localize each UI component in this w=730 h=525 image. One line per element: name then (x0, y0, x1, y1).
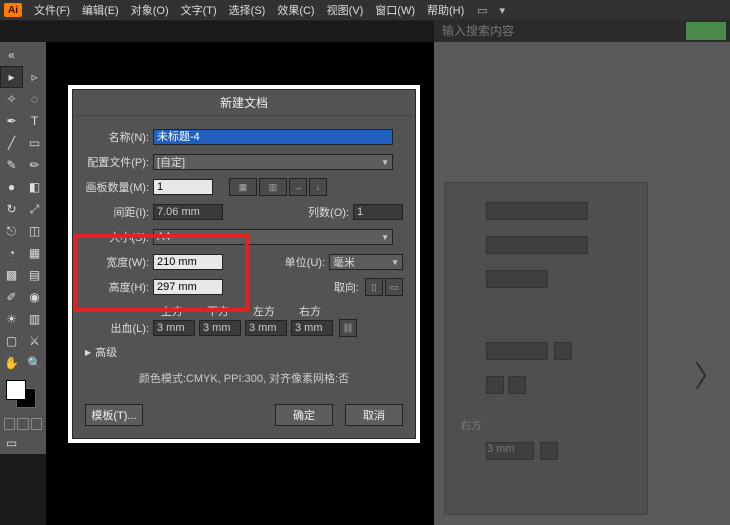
cancel-button[interactable]: 取消 (345, 404, 403, 426)
blend-tool[interactable]: ◉ (23, 286, 46, 308)
slice-tool[interactable]: ⚔ (23, 330, 46, 352)
graph-tool[interactable]: ▥ (23, 308, 46, 330)
artboards-label: 画板数量(M): (85, 179, 153, 195)
dialog-title: 新建文档 (73, 90, 415, 116)
screen-mode[interactable]: ▭ (0, 432, 23, 454)
scale-tool[interactable]: ⤢ (23, 198, 46, 220)
wand-tool[interactable]: ✧ (0, 88, 23, 110)
menu-type[interactable]: 文字(T) (175, 2, 223, 18)
grid-by-row-icon[interactable]: ▦ (229, 178, 257, 196)
line-tool[interactable]: ╱ (0, 132, 23, 154)
menu-object[interactable]: 对象(O) (125, 2, 175, 18)
search-bar (434, 20, 730, 42)
height-label: 高度(H): (85, 279, 153, 295)
name-input[interactable]: 未标题-4 (153, 129, 393, 145)
arrange-col-icon[interactable]: ↓ (309, 178, 327, 196)
chevron-right-icon[interactable]: 〉 (694, 352, 724, 396)
menu-select[interactable]: 选择(S) (223, 2, 272, 18)
menubar: Ai 文件(F) 编辑(E) 对象(O) 文字(T) 选择(S) 效果(C) 视… (0, 0, 730, 21)
menu-view[interactable]: 视图(V) (321, 2, 370, 18)
cols-label: 列数(O): (305, 204, 353, 220)
size-select[interactable]: A4▼ (153, 229, 393, 245)
pen-tool[interactable]: ✒ (0, 110, 23, 132)
free-transform-tool[interactable]: ◫ (23, 220, 46, 242)
symbol-tool[interactable]: ☀ (0, 308, 23, 330)
profile-select[interactable]: [自定]▼ (153, 154, 393, 170)
layout-icon[interactable]: ▭ (474, 3, 490, 17)
shape-builder-tool[interactable]: ◔ (0, 242, 23, 264)
arrange-icon[interactable]: ▾ (494, 3, 510, 17)
eyedropper-tool[interactable]: ✐ (0, 286, 23, 308)
spacing-input[interactable]: 7.06 mm (153, 204, 223, 220)
color-swatch[interactable] (4, 380, 42, 410)
height-input[interactable]: 297 mm (153, 279, 223, 295)
templates-button[interactable]: 模板(T)... (85, 404, 143, 426)
landscape-icon[interactable]: ▭ (385, 278, 403, 296)
mode-info: 颜色模式:CMYK, PPI:300, 对齐像素网格:否 (85, 370, 403, 386)
ok-button[interactable]: 确定 (275, 404, 333, 426)
menu-window[interactable]: 窗口(W) (369, 2, 421, 18)
orient-label: 取向: (315, 279, 363, 295)
eraser-tool[interactable]: ◧ (23, 176, 46, 198)
name-label: 名称(N): (85, 129, 153, 145)
bleed-right-input[interactable]: 3 mm (291, 320, 333, 336)
hand-tool[interactable]: ✋ (0, 352, 23, 374)
artboards-input[interactable]: 1 (153, 179, 213, 195)
new-document-dialog: 新建文档 名称(N): 未标题-4 配置文件(P): [自定]▼ 画板数量(M)… (68, 85, 420, 443)
menu-effect[interactable]: 效果(C) (271, 2, 320, 18)
bleed-bottom-input[interactable]: 3 mm (199, 320, 241, 336)
toolbar: « ▸▹ ✧◌ ✒T ╱▭ ✎✏ ●◧ ↻⤢ ⎋◫ ◔▦ ▩▤ ✐◉ ☀▥ ▢⚔… (0, 42, 46, 454)
advanced-toggle[interactable]: ▶高级 (85, 344, 403, 360)
type-tool[interactable]: T (23, 110, 46, 132)
rect-tool[interactable]: ▭ (23, 132, 46, 154)
mesh-tool[interactable]: ▩ (0, 264, 23, 286)
search-input[interactable] (434, 24, 686, 38)
perspective-tool[interactable]: ▦ (23, 242, 46, 264)
profile-label: 配置文件(P): (85, 154, 153, 170)
artboard-tool[interactable]: ▢ (0, 330, 23, 352)
draw-modes[interactable] (0, 416, 46, 432)
units-select[interactable]: 毫米▼ (329, 254, 403, 270)
pencil-tool[interactable]: ✏ (23, 154, 46, 176)
menu-help[interactable]: 帮助(H) (421, 2, 470, 18)
grid-by-col-icon[interactable]: ▥ (259, 178, 287, 196)
cols-input[interactable]: 1 (353, 204, 403, 220)
blob-tool[interactable]: ● (0, 176, 23, 198)
bleed-top-input[interactable]: 3 mm (153, 320, 195, 336)
collapse-icon[interactable]: « (0, 44, 23, 66)
bleed-left-input[interactable]: 3 mm (245, 320, 287, 336)
zoom-tool[interactable]: 🔍 (23, 352, 46, 374)
portrait-icon[interactable]: ▯ (365, 278, 383, 296)
rotate-tool[interactable]: ↻ (0, 198, 23, 220)
link-bleed-icon[interactable]: ⛓ (339, 319, 357, 337)
units-label: 单位(U): (281, 254, 329, 270)
size-label: 大小(S): (85, 229, 153, 245)
bleed-label: 出血(L): (85, 320, 153, 336)
arrange-row-icon[interactable]: → (289, 178, 307, 196)
width-tool[interactable]: ⎋ (0, 220, 23, 242)
width-label: 宽度(W): (85, 254, 153, 270)
selection-tool[interactable]: ▸ (0, 66, 23, 88)
search-button[interactable] (686, 22, 726, 40)
menu-file[interactable]: 文件(F) (28, 2, 76, 18)
gradient-tool[interactable]: ▤ (23, 264, 46, 286)
width-input[interactable]: 210 mm (153, 254, 223, 270)
direct-select-tool[interactable]: ▹ (23, 66, 46, 88)
shadow-dialog: 右方 3 mm (434, 188, 594, 474)
bleed-headers: 上方下方左方右方 (149, 303, 403, 319)
menu-edit[interactable]: 编辑(E) (76, 2, 125, 18)
lasso-tool[interactable]: ◌ (23, 88, 46, 110)
spacing-label: 间距(I): (85, 204, 153, 220)
brush-tool[interactable]: ✎ (0, 154, 23, 176)
app-logo: Ai (4, 3, 22, 17)
